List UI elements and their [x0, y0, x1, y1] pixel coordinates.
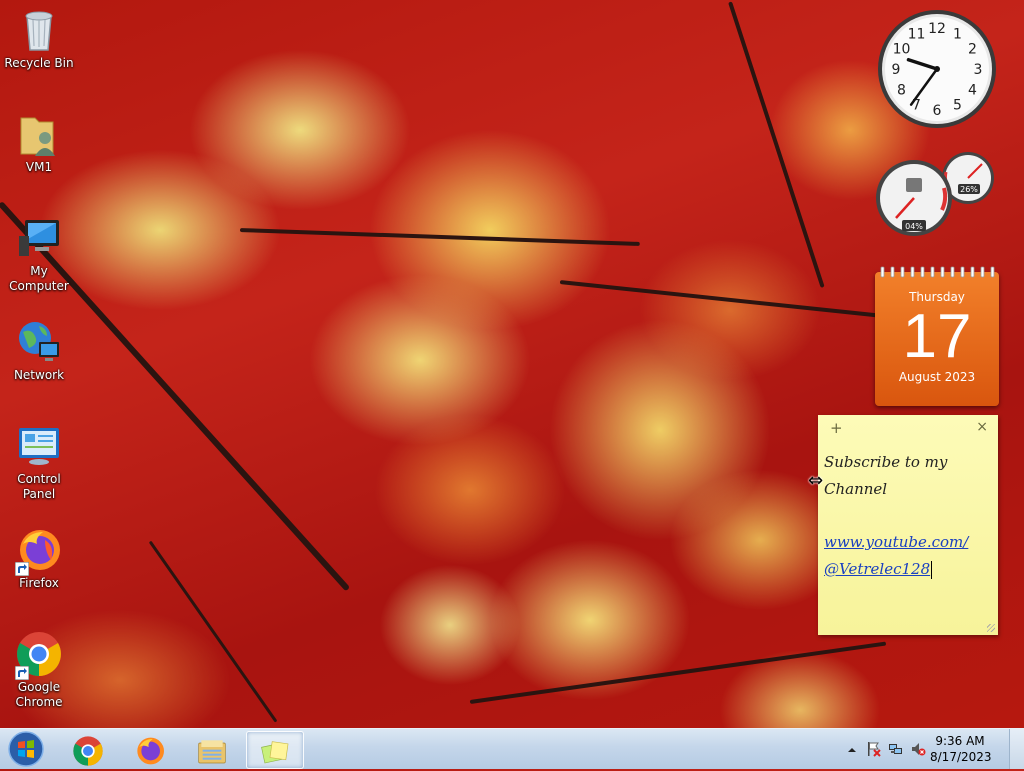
desktop-icon-label: Network: [13, 368, 65, 382]
wallpaper-branch: [148, 540, 278, 723]
action-center-flag-icon[interactable]: [866, 741, 882, 757]
network-icon[interactable]: [888, 741, 904, 757]
system-tray: [834, 729, 1024, 769]
calendar-day-number: 17: [902, 302, 972, 371]
desktop-icon-chrome[interactable]: Google Chrome: [0, 630, 78, 710]
desktop-icon-network[interactable]: Network: [0, 318, 78, 383]
computer-icon: [15, 214, 63, 262]
clock-numeral: 2: [968, 42, 977, 58]
clock-numeral: 11: [908, 26, 926, 42]
sticky-note-text[interactable]: Subscribe to my Channel www.youtube.com/…: [824, 449, 992, 583]
clock-numeral: 10: [893, 42, 911, 58]
clock-numeral: 4: [968, 83, 977, 99]
delete-note-button[interactable]: ×: [976, 419, 988, 435]
clock-numeral: 1: [953, 26, 962, 42]
chrome-icon: [15, 630, 63, 680]
show-desktop-button[interactable]: [1009, 729, 1024, 769]
desktop-icon-label: VM1: [25, 160, 53, 174]
desktop-icon-my-computer[interactable]: My Computer: [0, 214, 78, 294]
clock-numeral: 8: [897, 83, 906, 99]
explorer-icon: [198, 740, 226, 764]
memory-usage-value: 26%: [960, 185, 978, 194]
note-line: Channel: [824, 480, 888, 498]
clock-numeral: 5: [953, 98, 962, 114]
recycle-bin-icon: [15, 6, 63, 54]
network-icon: [15, 318, 63, 366]
clock-numeral: 6: [933, 103, 942, 119]
desktop-icon-recycle-bin[interactable]: Recycle Bin: [0, 6, 78, 71]
windows-logo-icon: [8, 731, 44, 767]
desktop-icon-label: Recycle Bin: [4, 56, 74, 70]
clock-gadget[interactable]: 12 1 2 3 4 5 6 7 8 9 10 11: [876, 8, 998, 130]
desktop-icon-firefox[interactable]: Firefox: [0, 526, 78, 591]
show-hidden-icons-arrow[interactable]: [844, 742, 860, 758]
desktop-icon-label: Firefox: [19, 576, 59, 590]
resize-grip[interactable]: [987, 624, 995, 632]
taskbar: 9:36 AM 8/17/2023: [0, 728, 1024, 769]
calendar-gadget[interactable]: Thursday 17 August 2023: [875, 266, 999, 406]
firefox-icon: [137, 737, 164, 765]
calendar-binding-rings: [880, 266, 995, 278]
taskbar-sticky-notes-button[interactable]: [246, 731, 304, 769]
shortcut-arrow-icon: [15, 666, 29, 680]
taskbar-clock[interactable]: 9:36 AM 8/17/2023: [930, 733, 992, 765]
desktop-icon-vm1[interactable]: VM1: [0, 110, 78, 175]
taskbar-time: 9:36 AM: [935, 734, 985, 748]
taskbar-chrome-button[interactable]: [60, 731, 116, 767]
cpu-usage-value: 04%: [905, 222, 923, 231]
clock-numeral: 9: [892, 62, 901, 78]
note-link-line[interactable]: @Vetrelec128: [824, 560, 930, 578]
note-link-line[interactable]: www.youtube.com/: [824, 529, 992, 556]
clock-numeral: 3: [974, 62, 983, 78]
calendar-month-year: August 2023: [898, 370, 976, 384]
shortcut-arrow-icon: [15, 562, 29, 576]
wallpaper-branch: [559, 280, 879, 318]
cpu-meter-gadget[interactable]: 26% 04%: [874, 148, 1000, 238]
clock-numeral: 12: [928, 21, 946, 37]
control-panel-icon: [15, 422, 63, 470]
firefox-icon: [15, 526, 63, 576]
taskbar-date: 8/17/2023: [930, 750, 992, 764]
wallpaper-branch: [469, 641, 887, 704]
desktop-icon-label: My Computer: [9, 264, 69, 293]
chrome-icon: [73, 736, 103, 766]
volume-muted-icon[interactable]: [910, 741, 926, 757]
desktop-icon-control-panel[interactable]: Control Panel: [0, 422, 78, 502]
note-line: Subscribe to my: [824, 453, 948, 471]
wallpaper-branch: [239, 228, 640, 246]
text-caret: [931, 561, 933, 579]
resize-cursor-icon: ⇔: [808, 470, 824, 491]
wallpaper-branch: [728, 1, 825, 288]
taskbar-firefox-button[interactable]: [122, 731, 178, 767]
sticky-notes-icon: [261, 741, 289, 764]
taskbar-explorer-button[interactable]: [184, 731, 240, 767]
add-note-button[interactable]: +: [830, 419, 843, 437]
desktop-icon-label: Google Chrome: [15, 680, 63, 709]
start-button[interactable]: [6, 731, 46, 767]
user-folder-icon: [15, 110, 63, 158]
desktop-icon-label: Control Panel: [17, 472, 61, 501]
sticky-note[interactable]: + × Subscribe to my Channel www.youtube.…: [818, 415, 998, 635]
